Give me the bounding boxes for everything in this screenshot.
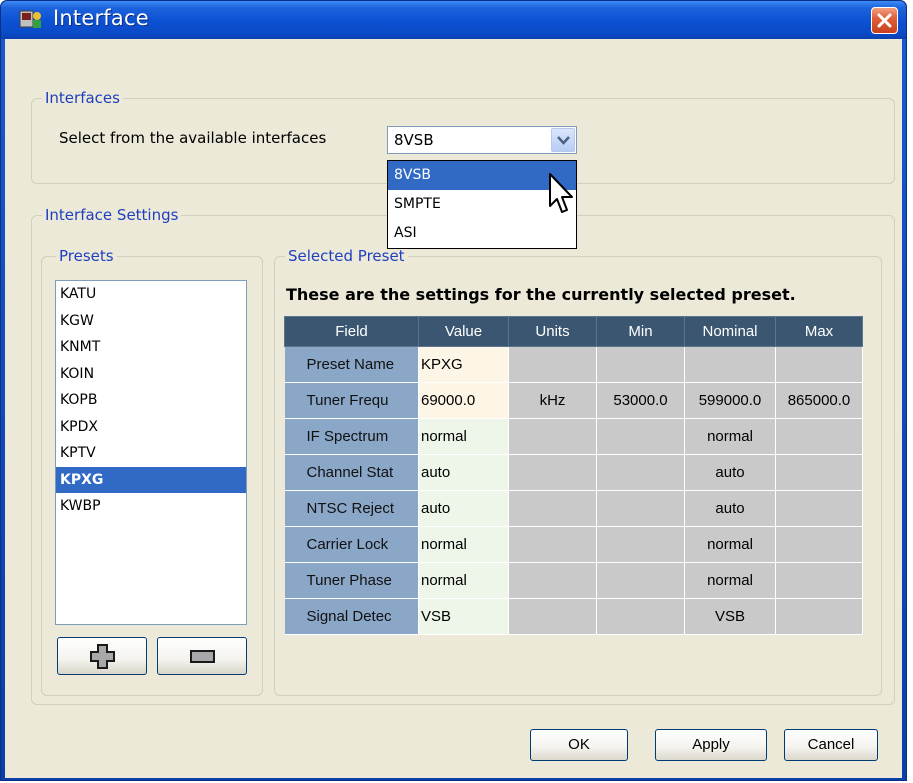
presets-listbox[interactable]: KATU KGW KNMT KOIN KOPB KPDX KPTV KPXG K… [55, 280, 247, 625]
interfaces-group-label: Interfaces [42, 89, 123, 107]
value-cell[interactable]: normal [418, 418, 509, 455]
list-item[interactable]: KPDX [56, 414, 246, 441]
cancel-button[interactable]: Cancel [784, 729, 878, 761]
dropdown-option[interactable]: ASI [388, 219, 576, 248]
column-header-units[interactable]: Units [508, 316, 597, 347]
column-header-nominal[interactable]: Nominal [684, 316, 776, 347]
max-cell [775, 562, 863, 599]
min-cell [596, 346, 685, 383]
mouse-pointer-icon [549, 173, 573, 213]
nominal-cell: 599000.0 [684, 382, 776, 419]
field-cell: Channel Stat [284, 454, 419, 491]
max-cell: 865000.0 [775, 382, 863, 419]
column-header-field[interactable]: Field [284, 316, 419, 347]
max-cell [775, 454, 863, 491]
nominal-cell: auto [684, 490, 776, 527]
close-button[interactable] [871, 7, 898, 34]
list-item[interactable]: KOIN [56, 361, 246, 388]
nominal-cell: VSB [684, 598, 776, 635]
chevron-down-icon [557, 136, 570, 145]
min-cell [596, 418, 685, 455]
list-item[interactable]: KATU [56, 281, 246, 308]
table-row: IF Spectrum normal normal [284, 418, 863, 455]
apply-button[interactable]: Apply [655, 729, 767, 761]
list-item[interactable]: KNMT [56, 334, 246, 361]
units-cell [508, 346, 597, 383]
max-cell [775, 346, 863, 383]
units-cell [508, 526, 597, 563]
interface-select-label: Select from the available interfaces [59, 129, 327, 147]
nominal-cell: normal [684, 418, 776, 455]
table-row: Tuner Frequ 69000.0 kHz 53000.0 599000.0… [284, 382, 863, 419]
field-cell: Preset Name [284, 346, 419, 383]
combobox-dropdown-button[interactable] [551, 128, 575, 152]
max-cell [775, 598, 863, 635]
list-item[interactable]: KGW [56, 308, 246, 335]
max-cell [775, 526, 863, 563]
table-row: Signal Detec VSB VSB [284, 598, 863, 635]
preset-settings-grid: Field Value Units Min Nominal Max Preset… [284, 316, 863, 635]
table-row: Preset Name KPXG [284, 346, 863, 383]
table-row: Channel Stat auto auto [284, 454, 863, 491]
table-row: NTSC Reject auto auto [284, 490, 863, 527]
value-cell[interactable]: auto [418, 490, 509, 527]
nominal-cell: normal [684, 526, 776, 563]
table-row: Tuner Phase normal normal [284, 562, 863, 599]
nominal-cell: auto [684, 454, 776, 491]
add-preset-button[interactable] [57, 637, 147, 675]
list-item[interactable]: KPTV [56, 440, 246, 467]
column-header-value[interactable]: Value [418, 316, 509, 347]
value-cell[interactable]: normal [418, 562, 509, 599]
min-cell [596, 562, 685, 599]
value-cell[interactable]: 69000.0 [418, 382, 509, 419]
max-cell [775, 418, 863, 455]
value-cell[interactable]: normal [418, 526, 509, 563]
units-cell [508, 490, 597, 527]
minus-icon [190, 650, 215, 663]
min-cell: 53000.0 [596, 382, 685, 419]
min-cell [596, 454, 685, 491]
title-bar[interactable]: Interface [1, 1, 906, 39]
list-item[interactable]: KWBP [56, 493, 246, 520]
field-cell: Tuner Phase [284, 562, 419, 599]
field-cell: NTSC Reject [284, 490, 419, 527]
units-cell [508, 454, 597, 491]
field-cell: Tuner Frequ [284, 382, 419, 419]
grid-header-row: Field Value Units Min Nominal Max [284, 316, 863, 347]
units-cell [508, 598, 597, 635]
list-item-selected[interactable]: KPXG [56, 466, 246, 493]
field-cell: Signal Detec [284, 598, 419, 635]
min-cell [596, 490, 685, 527]
interface-combobox-value: 8VSB [394, 131, 434, 149]
interface-settings-group-label: Interface Settings [42, 206, 182, 224]
plus-icon [90, 644, 115, 669]
window-title: Interface [53, 6, 149, 30]
field-cell: Carrier Lock [284, 526, 419, 563]
units-cell [508, 418, 597, 455]
close-icon [877, 13, 892, 28]
column-header-min[interactable]: Min [596, 316, 685, 347]
interface-combobox[interactable]: 8VSB [387, 126, 577, 154]
nominal-cell: normal [684, 562, 776, 599]
value-cell[interactable]: KPXG [418, 346, 509, 383]
selected-preset-group-label: Selected Preset [285, 247, 408, 265]
interface-app-icon [19, 8, 43, 30]
presets-group-label: Presets [56, 247, 117, 265]
table-row: Carrier Lock normal normal [284, 526, 863, 563]
units-cell [508, 562, 597, 599]
remove-preset-button[interactable] [157, 637, 247, 675]
preset-settings-caption: These are the settings for the currently… [286, 285, 796, 304]
min-cell [596, 598, 685, 635]
ok-button[interactable]: OK [530, 729, 628, 761]
units-cell: kHz [508, 382, 597, 419]
max-cell [775, 490, 863, 527]
value-cell[interactable]: VSB [418, 598, 509, 635]
min-cell [596, 526, 685, 563]
column-header-max[interactable]: Max [775, 316, 863, 347]
list-item[interactable]: KOPB [56, 387, 246, 414]
nominal-cell [684, 346, 776, 383]
value-cell[interactable]: auto [418, 454, 509, 491]
field-cell: IF Spectrum [284, 418, 419, 455]
